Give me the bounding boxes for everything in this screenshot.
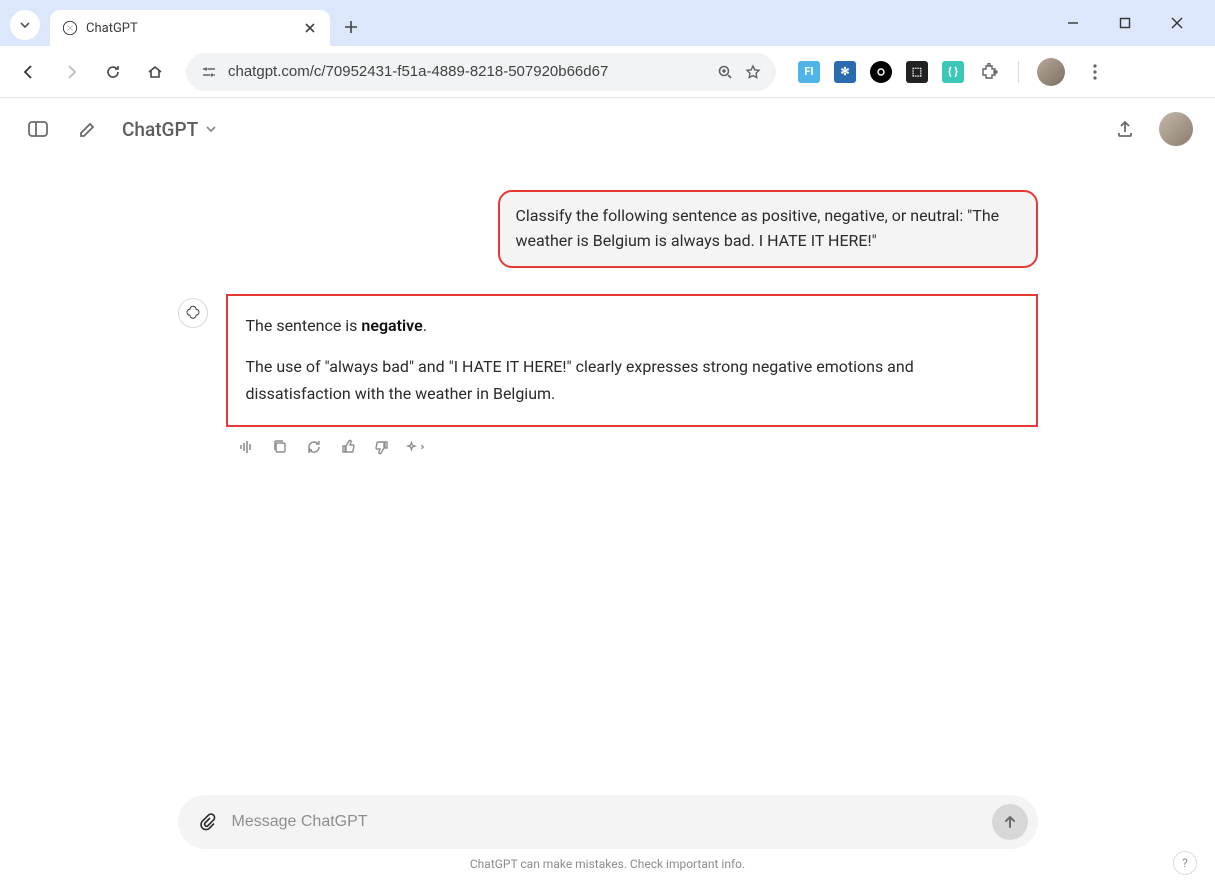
assistant-text-bold: negative <box>361 316 422 335</box>
composer-area: ChatGPT can make mistakes. Check importa… <box>0 795 1215 871</box>
message-actions <box>178 437 1038 457</box>
send-button[interactable] <box>992 804 1028 840</box>
attach-button[interactable] <box>194 809 220 835</box>
plus-icon <box>344 20 358 34</box>
arrow-left-icon <box>20 63 38 81</box>
close-icon <box>304 22 316 34</box>
forward-button[interactable] <box>54 55 88 89</box>
new-tab-button[interactable] <box>336 12 366 42</box>
tab-search-button[interactable] <box>10 10 40 40</box>
refresh-icon <box>306 439 322 455</box>
thumbs-down-button[interactable] <box>372 437 392 457</box>
tab-title: ChatGPT <box>86 21 294 36</box>
window-controls <box>1059 0 1209 46</box>
thumbs-up-icon <box>340 439 356 455</box>
reload-icon <box>104 63 122 81</box>
model-label: ChatGPT <box>122 118 198 141</box>
upload-icon <box>1115 119 1135 139</box>
kebab-icon <box>1093 64 1097 80</box>
site-settings-icon[interactable] <box>200 63 218 81</box>
tab-close-button[interactable] <box>302 20 318 36</box>
extensions-area: FI ✻ ⬚ { } <box>798 56 1111 88</box>
arrow-right-icon <box>62 63 80 81</box>
app-header: ChatGPT <box>0 98 1215 160</box>
help-button[interactable]: ? <box>1173 851 1197 875</box>
share-button[interactable] <box>1109 113 1141 145</box>
copy-button[interactable] <box>270 437 290 457</box>
home-button[interactable] <box>138 55 172 89</box>
assistant-message: The sentence is negative. The use of "al… <box>226 294 1038 428</box>
disclaimer-text: ChatGPT can make mistakes. Check importa… <box>470 857 745 871</box>
chat-area: Classify the following sentence as posit… <box>0 160 1215 457</box>
browser-toolbar: FI ✻ ⬚ { } <box>0 46 1215 98</box>
thumbs-down-icon <box>374 439 390 455</box>
address-bar[interactable] <box>186 53 776 91</box>
sound-icon <box>238 439 254 455</box>
thumbs-up-button[interactable] <box>338 437 358 457</box>
maximize-icon <box>1119 17 1131 29</box>
sidebar-toggle-button[interactable] <box>22 113 54 145</box>
user-message: Classify the following sentence as posit… <box>498 190 1038 268</box>
chevron-down-icon <box>19 19 31 31</box>
browser-menu-button[interactable] <box>1079 56 1111 88</box>
close-icon <box>1170 16 1184 30</box>
edit-icon <box>77 118 99 140</box>
copy-icon <box>272 439 288 455</box>
panel-icon <box>27 118 49 140</box>
browser-tab-strip: ChatGPT <box>0 0 1215 46</box>
arrow-up-icon <box>1002 814 1018 830</box>
extension-icon[interactable]: ✻ <box>834 61 856 83</box>
window-minimize-button[interactable] <box>1059 9 1087 37</box>
read-aloud-button[interactable] <box>236 437 256 457</box>
window-maximize-button[interactable] <box>1111 9 1139 37</box>
composer[interactable] <box>178 795 1038 849</box>
assistant-text: The sentence is <box>246 316 362 335</box>
chevron-down-icon <box>204 122 218 136</box>
url-input[interactable] <box>228 63 706 80</box>
assistant-text: . <box>423 316 427 335</box>
user-avatar[interactable] <box>1159 112 1193 146</box>
minimize-icon <box>1066 16 1080 30</box>
message-input[interactable] <box>232 813 980 831</box>
back-button[interactable] <box>12 55 46 89</box>
window-close-button[interactable] <box>1163 9 1191 37</box>
bookmark-icon[interactable] <box>744 63 762 81</box>
model-switcher[interactable]: ChatGPT <box>122 118 218 141</box>
chatgpt-favicon-icon <box>62 20 78 36</box>
extension-icon[interactable]: { } <box>942 61 964 83</box>
paperclip-icon <box>197 812 217 832</box>
sparkle-icon <box>406 439 426 455</box>
extensions-button[interactable] <box>978 61 1000 83</box>
assistant-avatar <box>178 298 208 328</box>
reload-button[interactable] <box>96 55 130 89</box>
new-chat-button[interactable] <box>72 113 104 145</box>
home-icon <box>146 63 164 81</box>
extension-icon[interactable]: ⬚ <box>906 61 928 83</box>
extension-icon[interactable] <box>870 61 892 83</box>
profile-avatar[interactable] <box>1037 58 1065 86</box>
zoom-icon[interactable] <box>716 63 734 81</box>
chatgpt-logo-icon <box>184 304 202 322</box>
extension-icon[interactable]: FI <box>798 61 820 83</box>
browser-tab[interactable]: ChatGPT <box>50 10 330 46</box>
assistant-text: The use of "always bad" and "I HATE IT H… <box>246 353 1018 407</box>
regenerate-button[interactable] <box>304 437 324 457</box>
toolbar-divider <box>1018 61 1019 83</box>
model-change-button[interactable] <box>406 437 426 457</box>
